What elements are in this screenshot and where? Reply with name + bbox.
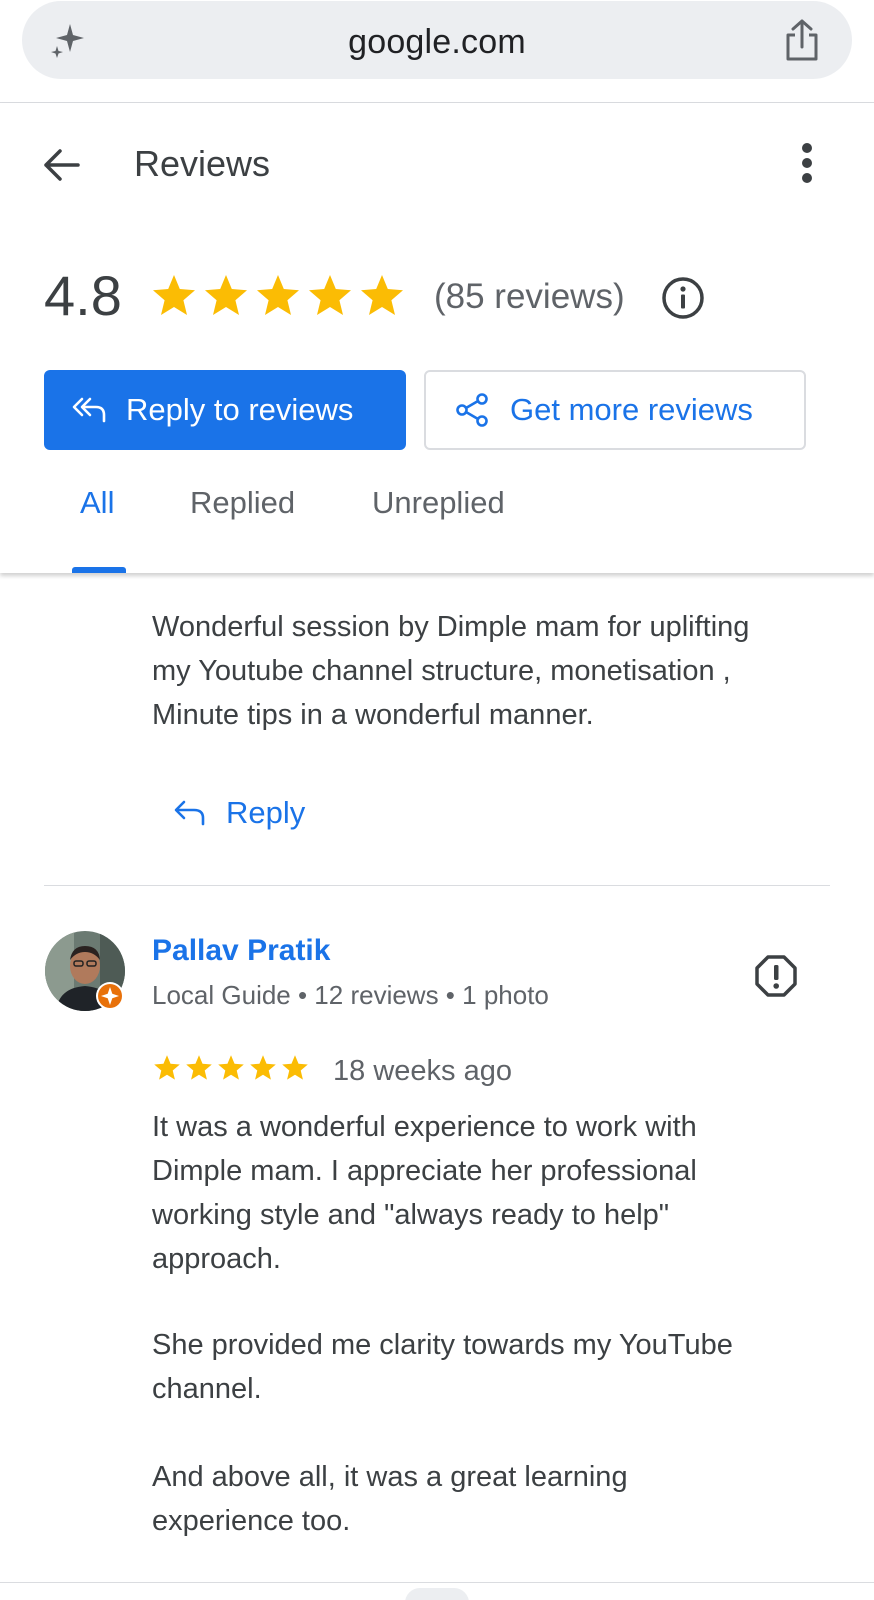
review-filter-tabs: All Replied Unreplied	[0, 485, 874, 573]
get-more-reviews-label: Get more reviews	[510, 392, 753, 427]
review-count: (85 reviews)	[434, 277, 625, 316]
reply-to-reviews-label: Reply to reviews	[126, 392, 354, 427]
reply-to-reviews-button[interactable]: Reply to reviews	[44, 370, 406, 450]
reviewer-meta: Local Guide • 12 reviews • 1 photo	[152, 980, 549, 1010]
review-divider	[0, 1582, 874, 1583]
scroll-handle[interactable]	[405, 1588, 469, 1600]
review-date: 18 weeks ago	[333, 1055, 512, 1087]
review-text: And above all, it was a great learning e…	[152, 1455, 628, 1543]
reply-icon	[174, 800, 205, 826]
arrow-back-icon[interactable]	[38, 141, 86, 189]
share-nodes-icon	[456, 393, 488, 427]
rating-summary: 4.8 (85 reviews)	[44, 263, 844, 333]
star-icon	[282, 1055, 308, 1080]
review-rating-stars	[152, 1054, 310, 1082]
more-vert-icon[interactable]	[790, 139, 824, 187]
share-icon[interactable]	[780, 17, 824, 63]
rating-stars	[150, 273, 406, 319]
rating-value: 4.8	[44, 264, 122, 327]
star-icon	[257, 275, 299, 315]
reviews-page: google.com Reviews 4.8 (85 reviews) Repl…	[0, 0, 874, 1600]
info-icon[interactable]	[660, 275, 706, 321]
review-text: Wonderful session by Dimple mam for upli…	[152, 605, 749, 737]
reviewer-name[interactable]: Pallav Pratik	[152, 934, 330, 968]
star-icon	[361, 275, 403, 315]
review-text: She provided me clarity towards my YouTu…	[152, 1323, 733, 1411]
page-title: Reviews	[134, 143, 271, 184]
review-text: It was a wonderful experience to work wi…	[152, 1105, 697, 1281]
star-icon	[250, 1055, 276, 1080]
address-bar[interactable]: google.com	[22, 1, 852, 79]
browser-toolbar: google.com	[0, 0, 874, 103]
avatar[interactable]	[44, 930, 126, 1012]
active-tab-indicator	[72, 567, 126, 573]
reply-all-icon	[72, 397, 106, 423]
review-text-line: It was a wonderful experience to work wi…	[152, 1111, 697, 1143]
url-text[interactable]: google.com	[22, 23, 852, 62]
review-divider	[44, 885, 830, 886]
review-text-line: Wonderful session by Dimple mam for upli…	[152, 611, 750, 643]
star-icon	[186, 1055, 212, 1080]
tab-unreplied[interactable]: Unreplied	[372, 485, 505, 521]
review-text-line: She provided me clarity towards my YouTu…	[152, 1329, 733, 1361]
report-icon[interactable]	[754, 954, 798, 998]
tab-replied[interactable]: Replied	[190, 485, 295, 521]
reviews-header: Reviews 4.8 (85 reviews) Reply to review…	[0, 103, 874, 573]
reply-label: Reply	[226, 795, 306, 830]
star-icon	[153, 275, 195, 315]
get-more-reviews-button[interactable]: Get more reviews	[424, 370, 806, 450]
review-text-line: Minute tips in a wonderful manner.	[152, 699, 594, 731]
review-text-line: my Youtube channel structure, monetisati…	[152, 655, 731, 687]
review-text-line: working style and "always ready to help"	[152, 1199, 670, 1231]
tab-all[interactable]: All	[80, 485, 114, 521]
star-icon	[205, 275, 247, 315]
review-text-line: And above all, it was a great learning	[152, 1461, 628, 1493]
star-icon	[218, 1055, 244, 1080]
star-icon	[309, 275, 351, 315]
review-text-line: experience too.	[152, 1505, 351, 1537]
star-icon	[154, 1055, 180, 1080]
reply-button[interactable]: Reply	[172, 795, 305, 831]
review-text-line: approach.	[152, 1243, 281, 1275]
review-text-line: Dimple mam. I appreciate her professiona…	[152, 1155, 697, 1187]
review-text-line: channel.	[152, 1373, 262, 1405]
